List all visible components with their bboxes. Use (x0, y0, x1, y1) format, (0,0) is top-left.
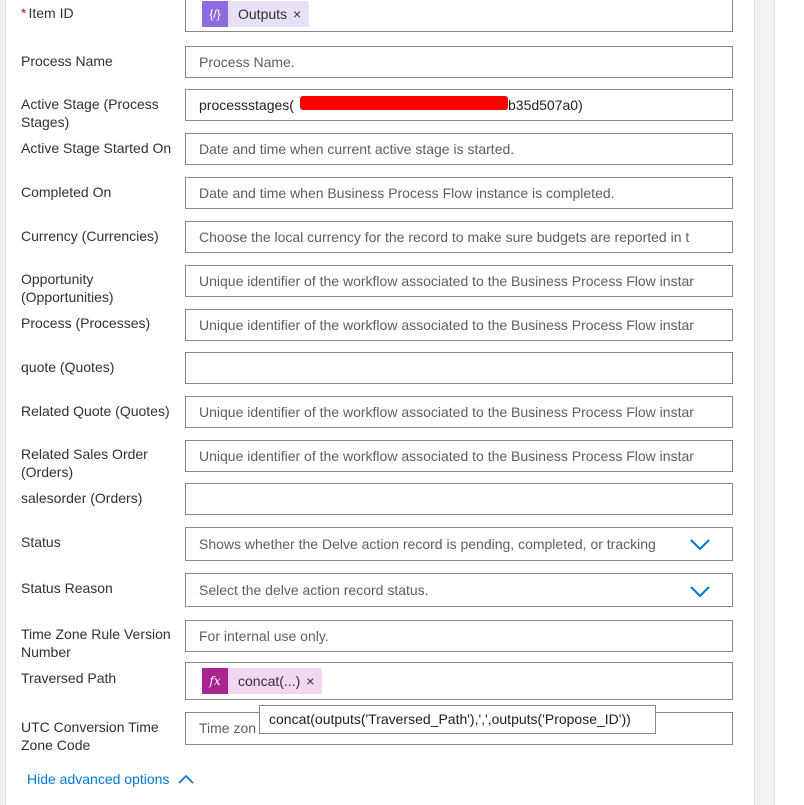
field-label-active-stage: Active Stage (Process Stages) (21, 96, 159, 130)
placeholder: Shows whether the Delve action record is… (199, 536, 656, 552)
placeholder: Unique identifier of the workflow associ… (199, 404, 694, 420)
field-label-process: Process (Processes) (21, 315, 151, 331)
link-label: Hide advanced options (27, 771, 170, 787)
placeholder: Unique identifier of the workflow associ… (199, 317, 694, 333)
field-label-process-name: Process Name (21, 53, 113, 69)
field-label-salesorder: salesorder (Orders) (21, 490, 143, 506)
hide-advanced-options-link[interactable]: Hide advanced options (27, 770, 195, 788)
expression-fx-icon: fx (202, 668, 228, 694)
placeholder: Process Name. (199, 54, 295, 70)
field-label-status: Status (21, 534, 61, 550)
field-label-traversed-path: Traversed Path (21, 670, 117, 686)
concat-token[interactable]: fx concat(...) × (202, 666, 323, 696)
time-zone-rule-field[interactable]: For internal use only. (185, 620, 733, 652)
field-label-item-id: * Item ID (21, 5, 74, 21)
field-label-active-stage-started-on: Active Stage Started On (21, 140, 172, 156)
chevron-down-icon[interactable] (690, 537, 710, 553)
completed-on-field[interactable]: Date and time when Business Process Flow… (185, 177, 733, 209)
field-label-completed-on: Completed On (21, 184, 112, 200)
field-label-related-quote: Related Quote (Quotes) (21, 403, 170, 419)
status-dropdown[interactable]: Shows whether the Delve action record is… (185, 527, 733, 561)
placeholder: Time zon (199, 720, 257, 736)
field-value-prefix: processstages( (199, 97, 294, 113)
token-label: Outputs (238, 6, 288, 22)
opportunity-field[interactable]: Unique identifier of the workflow associ… (185, 265, 733, 297)
placeholder: Unique identifier of the workflow associ… (199, 273, 694, 289)
item-id-field[interactable]: {/} Outputs × (185, 0, 733, 32)
required-asterisk: * (21, 5, 27, 21)
status-reason-dropdown[interactable]: Select the delve action record status. (185, 573, 733, 607)
expression-tooltip: concat(outputs('Traversed_Path'),',',out… (259, 705, 656, 734)
related-sales-order-field[interactable]: Unique identifier of the workflow associ… (185, 440, 733, 472)
active-stage-started-on-field[interactable]: Date and time when current active stage … (185, 133, 733, 165)
process-field[interactable]: Unique identifier of the workflow associ… (185, 309, 733, 341)
dynamic-content-icon: {/} (202, 1, 228, 27)
field-label-time-zone-rule: Time Zone Rule Version Number (21, 626, 171, 660)
placeholder: Date and time when current active stage … (199, 141, 515, 157)
token-label: concat(...) (238, 673, 301, 689)
quote-field[interactable] (185, 352, 733, 384)
field-label-utc-conversion: UTC Conversion Time Zone Code (21, 719, 159, 753)
related-quote-field[interactable]: Unique identifier of the workflow associ… (185, 396, 733, 428)
field-value-suffix: b35d507a0) (508, 97, 583, 113)
field-label-currency: Currency (Currencies) (21, 228, 159, 244)
field-label-related-sales-order: Related Sales Order (Orders) (21, 446, 148, 480)
remove-token-icon[interactable]: × (306, 666, 322, 696)
redaction-mark (300, 96, 508, 110)
process-name-field[interactable]: Process Name. (185, 46, 733, 78)
chevron-down-icon[interactable] (690, 584, 710, 600)
placeholder: Choose the local currency for the record… (199, 229, 690, 245)
placeholder: For internal use only. (199, 628, 329, 644)
traversed-path-field[interactable]: fx concat(...) × (185, 662, 733, 700)
currency-field[interactable]: Choose the local currency for the record… (185, 221, 733, 253)
remove-token-icon[interactable]: × (293, 0, 309, 29)
placeholder: Unique identifier of the workflow associ… (199, 448, 694, 464)
outputs-token[interactable]: {/} Outputs × (202, 0, 310, 29)
placeholder: Select the delve action record status. (199, 582, 429, 598)
salesorder-field[interactable] (185, 483, 733, 515)
right-panel-edge (774, 0, 804, 805)
field-label-quote: quote (Quotes) (21, 359, 115, 375)
field-label-opportunity: Opportunity (Opportunities) (21, 271, 114, 305)
placeholder: Date and time when Business Process Flow… (199, 185, 615, 201)
field-label-status-reason: Status Reason (21, 580, 113, 596)
chevron-up-icon (178, 774, 195, 784)
